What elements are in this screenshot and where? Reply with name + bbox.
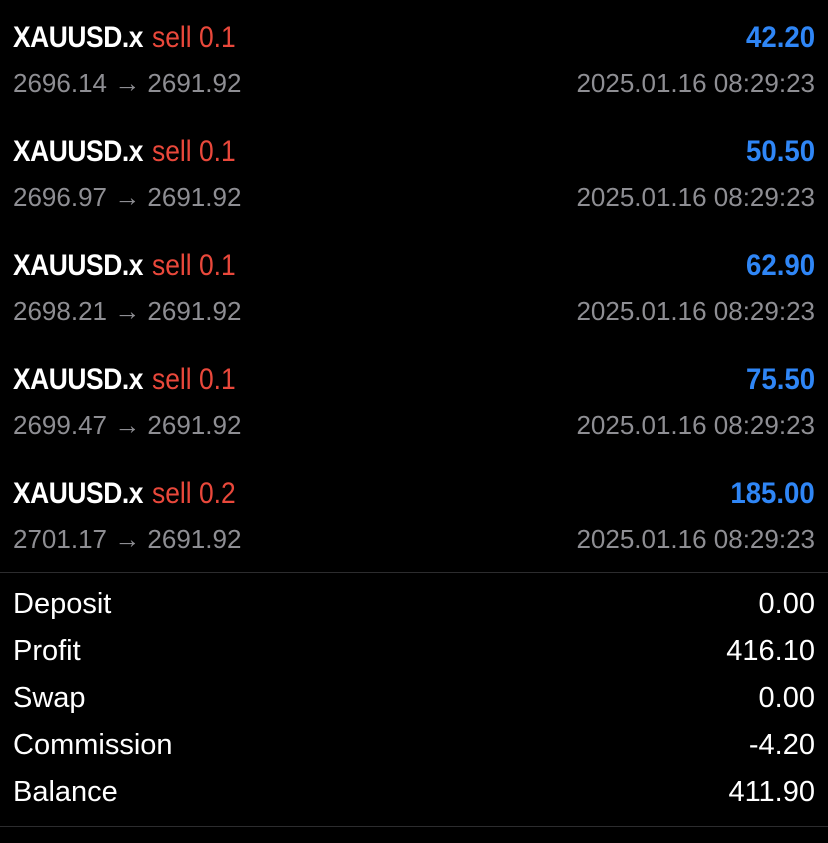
deal-details: 2696.14 → 2691.92 2025.01.16 08:29:23 [13, 66, 815, 100]
deal-side-volume: sell 0.1 [151, 21, 236, 54]
summary-row-commission: Commission -4.20 [13, 722, 815, 769]
deal-symbol: XAUUSD.x [13, 135, 143, 168]
summary-value: -4.20 [748, 729, 815, 761]
deal-profit: 42.20 [745, 21, 815, 54]
deal-header: XAUUSD.x sell 0.1 75.50 [13, 360, 815, 400]
summary-label: Swap [13, 682, 86, 714]
deal-profit: 50.50 [745, 135, 815, 168]
deal-time: 2025.01.16 08:29:23 [576, 295, 815, 326]
summary-section: Deposit 0.00 Profit 416.10 Swap 0.00 Com… [13, 581, 815, 816]
summary-row-swap: Swap 0.00 [13, 675, 815, 722]
deal-prices: 2696.97 → 2691.92 [13, 181, 242, 212]
deal-row[interactable]: XAUUSD.x sell 0.2 185.00 2701.17 → 2691.… [0, 456, 828, 570]
deal-profit: 185.00 [730, 477, 815, 510]
summary-value: 416.10 [726, 635, 815, 667]
deal-side-volume: sell 0.1 [151, 363, 236, 396]
deal-header: XAUUSD.x sell 0.1 50.50 [13, 132, 815, 172]
deal-symbol: XAUUSD.x [13, 477, 143, 510]
deal-prices: 2699.47 → 2691.92 [13, 409, 242, 440]
summary-value: 411.90 [728, 776, 815, 808]
deal-title: XAUUSD.x sell 0.1 [13, 135, 247, 169]
deal-symbol: XAUUSD.x [13, 21, 143, 54]
deal-title: XAUUSD.x sell 0.1 [13, 21, 247, 55]
summary-label: Balance [13, 776, 118, 808]
deal-side-volume: sell 0.2 [151, 477, 236, 510]
summary-divider-bottom [0, 826, 828, 827]
summary-label: Deposit [13, 588, 112, 620]
summary-label: Commission [13, 729, 173, 761]
deal-profit: 62.90 [745, 249, 815, 282]
deal-time: 2025.01.16 08:29:23 [576, 67, 815, 98]
deal-row[interactable]: XAUUSD.x sell 0.1 75.50 2699.47 → 2691.9… [0, 342, 828, 456]
deal-prices: 2696.14 → 2691.92 [13, 67, 242, 98]
deal-title: XAUUSD.x sell 0.1 [13, 363, 247, 397]
summary-value: 0.00 [758, 588, 815, 620]
deal-header: XAUUSD.x sell 0.1 42.20 [13, 18, 815, 58]
deal-details: 2698.21 → 2691.92 2025.01.16 08:29:23 [13, 294, 815, 328]
deal-side-volume: sell 0.1 [151, 249, 236, 282]
summary-divider-top [0, 572, 828, 573]
deal-time: 2025.01.16 08:29:23 [576, 523, 815, 554]
deal-time: 2025.01.16 08:29:23 [576, 181, 815, 212]
deal-header: XAUUSD.x sell 0.2 185.00 [13, 474, 815, 514]
deal-row[interactable]: XAUUSD.x sell 0.1 42.20 2696.14 → 2691.9… [0, 0, 828, 114]
summary-row-deposit: Deposit 0.00 [13, 581, 815, 628]
summary-row-balance: Balance 411.90 [13, 769, 815, 816]
deal-title: XAUUSD.x sell 0.2 [13, 477, 247, 511]
summary-value: 0.00 [758, 682, 815, 714]
summary-row-profit: Profit 416.10 [13, 628, 815, 675]
deal-prices: 2701.17 → 2691.92 [13, 523, 242, 554]
deal-details: 2699.47 → 2691.92 2025.01.16 08:29:23 [13, 408, 815, 442]
deal-row[interactable]: XAUUSD.x sell 0.1 62.90 2698.21 → 2691.9… [0, 228, 828, 342]
summary-label: Profit [13, 635, 81, 667]
deal-time: 2025.01.16 08:29:23 [576, 409, 815, 440]
deal-title: XAUUSD.x sell 0.1 [13, 249, 247, 283]
deal-details: 2696.97 → 2691.92 2025.01.16 08:29:23 [13, 180, 815, 214]
deal-details: 2701.17 → 2691.92 2025.01.16 08:29:23 [13, 522, 815, 556]
deal-list: XAUUSD.x sell 0.1 42.20 2696.14 → 2691.9… [0, 0, 828, 570]
deal-prices: 2698.21 → 2691.92 [13, 295, 242, 326]
deal-row[interactable]: XAUUSD.x sell 0.1 50.50 2696.97 → 2691.9… [0, 114, 828, 228]
deal-side-volume: sell 0.1 [151, 135, 236, 168]
deal-profit: 75.50 [745, 363, 815, 396]
deal-header: XAUUSD.x sell 0.1 62.90 [13, 246, 815, 286]
deal-symbol: XAUUSD.x [13, 363, 143, 396]
deal-symbol: XAUUSD.x [13, 249, 143, 282]
